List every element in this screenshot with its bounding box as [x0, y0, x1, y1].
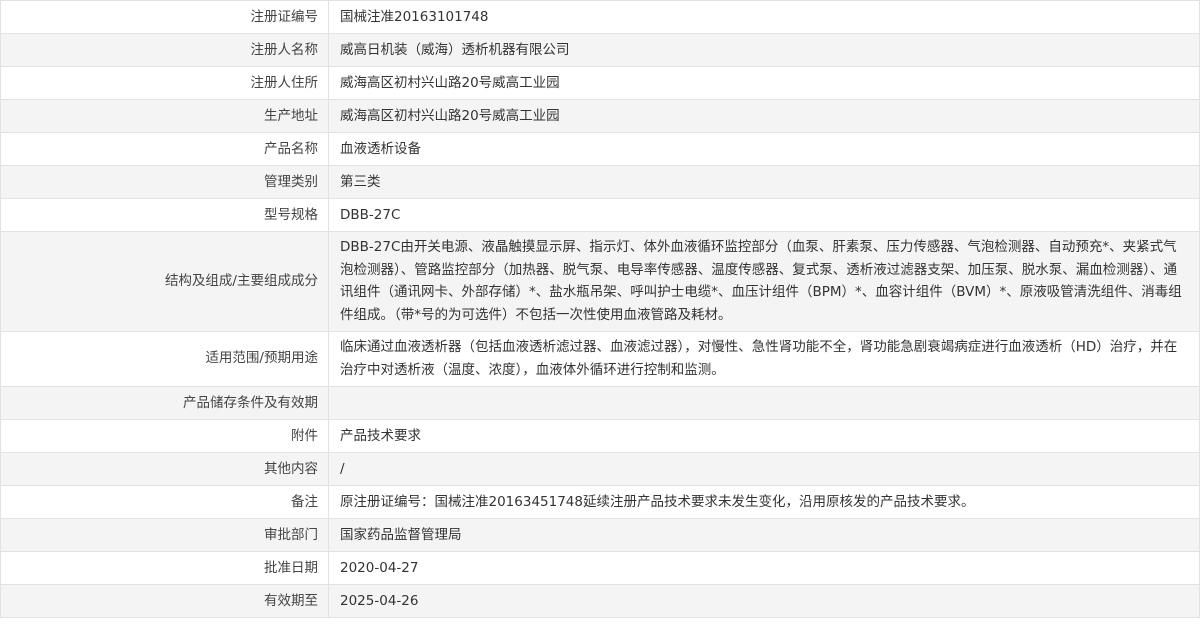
row-label: 结构及组成/主要组成成分 — [0, 231, 329, 332]
row-value: 临床通过血液透析器（包括血液透析滤过器、血液滤过器），对慢性、急性肾功能不全，肾… — [328, 331, 1200, 387]
row-value: 国械注准20163101748 — [328, 0, 1200, 34]
row-value: DBB-27C — [328, 198, 1200, 232]
row-value: 产品技术要求 — [328, 419, 1200, 453]
row-label: 型号规格 — [0, 198, 329, 232]
table-row: 附件 产品技术要求 — [0, 419, 1200, 453]
row-label: 其他内容 — [0, 452, 329, 486]
row-label: 注册人名称 — [0, 33, 329, 67]
row-value: 2020-04-27 — [328, 551, 1200, 585]
row-label: 批准日期 — [0, 551, 329, 585]
row-label: 产品储存条件及有效期 — [0, 386, 329, 420]
row-value: 原注册证编号：国械注准20163451748延续注册产品技术要求未发生变化，沿用… — [328, 485, 1200, 519]
table-row: 生产地址 威海高区初村兴山路20号威高工业园 — [0, 99, 1200, 133]
table-row: 产品储存条件及有效期 — [0, 386, 1200, 420]
table-row: 注册人名称 威高日机装（威海）透析机器有限公司 — [0, 33, 1200, 67]
row-value: 威高日机装（威海）透析机器有限公司 — [328, 33, 1200, 67]
row-value: 血液透析设备 — [328, 132, 1200, 166]
row-label: 生产地址 — [0, 99, 329, 133]
table-row: 批准日期 2020-04-27 — [0, 551, 1200, 585]
row-label: 审批部门 — [0, 518, 329, 552]
registration-table: 注册证编号 国械注准20163101748 注册人名称 威高日机装（威海）透析机… — [0, 0, 1200, 618]
row-value: / — [328, 452, 1200, 486]
row-value: 威海高区初村兴山路20号威高工业园 — [328, 66, 1200, 100]
row-value: 国家药品监督管理局 — [328, 518, 1200, 552]
table-row: 产品名称 血液透析设备 — [0, 132, 1200, 166]
row-label: 适用范围/预期用途 — [0, 331, 329, 387]
row-value — [328, 386, 1200, 420]
table-row: 型号规格 DBB-27C — [0, 198, 1200, 232]
row-label: 有效期至 — [0, 584, 329, 618]
table-row: 管理类别 第三类 — [0, 165, 1200, 199]
row-label: 备注 — [0, 485, 329, 519]
row-value: DBB-27C由开关电源、液晶触摸显示屏、指示灯、体外血液循环监控部分（血泵、肝… — [328, 231, 1200, 332]
table-row: 结构及组成/主要组成成分 DBB-27C由开关电源、液晶触摸显示屏、指示灯、体外… — [0, 231, 1200, 332]
table-row: 其他内容 / — [0, 452, 1200, 486]
row-label: 注册人住所 — [0, 66, 329, 100]
table-row: 审批部门 国家药品监督管理局 — [0, 518, 1200, 552]
row-value: 第三类 — [328, 165, 1200, 199]
table-row: 备注 原注册证编号：国械注准20163451748延续注册产品技术要求未发生变化… — [0, 485, 1200, 519]
row-label: 注册证编号 — [0, 0, 329, 34]
table-row: 适用范围/预期用途 临床通过血液透析器（包括血液透析滤过器、血液滤过器），对慢性… — [0, 331, 1200, 387]
table-row: 注册人住所 威海高区初村兴山路20号威高工业园 — [0, 66, 1200, 100]
row-label: 附件 — [0, 419, 329, 453]
row-value: 威海高区初村兴山路20号威高工业园 — [328, 99, 1200, 133]
row-label: 管理类别 — [0, 165, 329, 199]
row-label: 产品名称 — [0, 132, 329, 166]
row-value: 2025-04-26 — [328, 584, 1200, 618]
table-row: 有效期至 2025-04-26 — [0, 584, 1200, 618]
table-row: 注册证编号 国械注准20163101748 — [0, 0, 1200, 34]
